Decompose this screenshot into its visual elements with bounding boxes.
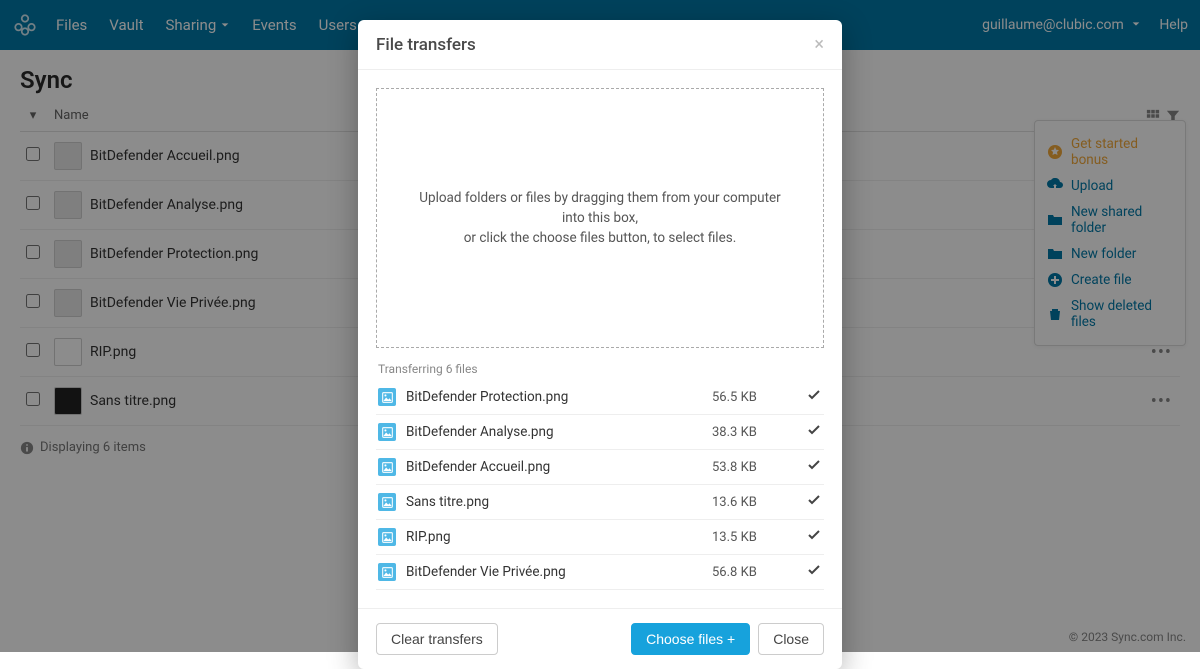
transfer-size: 13.5 KB	[712, 530, 792, 545]
close-icon[interactable]: ×	[814, 34, 824, 55]
transfer-size: 53.8 KB	[712, 460, 792, 475]
transfer-list: BitDefender Protection.png 56.5 KB BitDe…	[376, 380, 824, 590]
transfer-size: 56.8 KB	[712, 565, 792, 580]
check-icon	[792, 387, 822, 407]
image-file-icon	[378, 563, 396, 581]
transfer-filename: BitDefender Analyse.png	[406, 424, 554, 440]
transfer-size: 13.6 KB	[712, 495, 792, 510]
modal-overlay: File transfers × Upload folders or files…	[0, 0, 1200, 652]
transfer-row: BitDefender Analyse.png 38.3 KB	[376, 415, 824, 450]
transfer-size: 56.5 KB	[712, 390, 792, 405]
image-file-icon	[378, 458, 396, 476]
transfer-filename: BitDefender Accueil.png	[406, 459, 550, 475]
image-file-icon	[378, 493, 396, 511]
transfer-filename: BitDefender Protection.png	[406, 389, 568, 405]
image-file-icon	[378, 388, 396, 406]
check-icon	[792, 562, 822, 582]
transfer-row: BitDefender Vie Privée.png 56.8 KB	[376, 555, 824, 590]
close-button[interactable]: Close	[758, 623, 824, 655]
image-file-icon	[378, 528, 396, 546]
dropzone-text-1: Upload folders or files by dragging them…	[417, 188, 783, 229]
check-icon	[792, 492, 822, 512]
transfer-row: BitDefender Protection.png 56.5 KB	[376, 380, 824, 415]
check-icon	[792, 422, 822, 442]
choose-files-button[interactable]: Choose files +	[631, 623, 750, 655]
transfer-filename: RIP.png	[406, 529, 451, 545]
transfer-count-label: Transferring 6 files	[376, 362, 824, 376]
dropzone-text-2: or click the choose files button, to sel…	[417, 228, 783, 248]
clear-transfers-button[interactable]: Clear transfers	[376, 623, 498, 655]
upload-dropzone[interactable]: Upload folders or files by dragging them…	[376, 88, 824, 348]
check-icon	[792, 457, 822, 477]
transfer-filename: BitDefender Vie Privée.png	[406, 564, 566, 580]
transfer-row: Sans titre.png 13.6 KB	[376, 485, 824, 520]
file-transfers-modal: File transfers × Upload folders or files…	[358, 20, 842, 669]
transfer-row: BitDefender Accueil.png 53.8 KB	[376, 450, 824, 485]
transfer-size: 38.3 KB	[712, 425, 792, 440]
transfer-row: RIP.png 13.5 KB	[376, 520, 824, 555]
transfer-filename: Sans titre.png	[406, 494, 489, 510]
check-icon	[792, 527, 822, 547]
modal-title: File transfers	[376, 35, 476, 55]
image-file-icon	[378, 423, 396, 441]
